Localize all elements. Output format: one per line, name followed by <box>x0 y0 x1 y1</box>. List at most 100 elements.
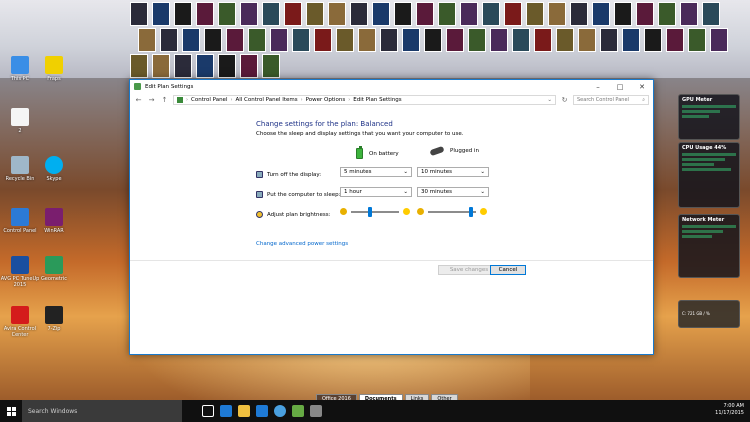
plug-icon <box>429 145 445 157</box>
cpu-meter-gadget[interactable]: CPU Usage 44% <box>678 142 740 208</box>
back-arrow-icon[interactable]: ← <box>134 96 143 104</box>
title-bar[interactable]: Edit Plan Settings – □ ✕ <box>130 80 653 93</box>
taskbar-search-input[interactable]: Search Windows <box>22 400 182 422</box>
bright-sun-icon <box>403 208 410 215</box>
desktop-icon-folder-2[interactable]: 2 <box>0 108 40 134</box>
sleep-plugged-select[interactable]: 30 minutes ⌄ <box>417 187 489 197</box>
game-cover-thumbnail <box>548 2 566 26</box>
breadcrumb-control-panel[interactable]: Control Panel <box>191 97 227 103</box>
window-title: Edit Plan Settings <box>145 83 194 90</box>
chevron-down-icon: ⌄ <box>480 189 485 195</box>
game-cover-thumbnail <box>160 28 178 52</box>
task-view-icon[interactable] <box>202 405 214 417</box>
store-icon[interactable] <box>256 405 268 417</box>
desktop-icon-geometric[interactable]: Geometric <box>34 256 74 282</box>
cancel-button[interactable]: Cancel <box>490 265 526 275</box>
up-arrow-icon[interactable]: ↑ <box>160 96 169 104</box>
brightness-plugged-slider[interactable] <box>417 207 487 217</box>
address-bar[interactable]: › Control Panel › All Control Panel Item… <box>173 95 556 105</box>
edit-plan-settings-window: Edit Plan Settings – □ ✕ ← → ↑ › Control… <box>129 79 654 355</box>
game-cover-thumbnail <box>600 28 618 52</box>
chevron-down-icon: ⌄ <box>403 169 408 175</box>
game-cover-thumbnail <box>658 2 676 26</box>
edge-browser-icon[interactable] <box>220 405 232 417</box>
gpu-meter-gadget[interactable]: GPU Meter <box>678 94 740 140</box>
game-cover-thumbnail <box>240 54 258 78</box>
game-cover-thumbnail <box>350 2 368 26</box>
column-header-battery: On battery <box>356 146 399 159</box>
dropdown-chevron-icon[interactable]: ⌄ <box>547 97 552 103</box>
game-cover-thumbnail <box>622 28 640 52</box>
close-button[interactable]: ✕ <box>631 80 653 93</box>
advanced-settings-link[interactable]: Change advanced power settings <box>256 241 348 247</box>
game-cover-thumbnail <box>138 28 156 52</box>
display-plugged-select[interactable]: 10 minutes ⌄ <box>417 167 489 177</box>
game-cover-thumbnail <box>358 28 376 52</box>
game-cover-thumbnail <box>512 28 530 52</box>
desktop-icon-7zip[interactable]: 7-Zip <box>34 306 74 332</box>
game-cover-thumbnail <box>438 2 456 26</box>
game-cover-thumbnail <box>534 28 552 52</box>
breadcrumb-all-items[interactable]: All Control Panel Items <box>235 97 297 103</box>
game-cover-thumbnail <box>130 2 148 26</box>
game-cover-thumbnail <box>394 2 412 26</box>
game-cover-thumbnail <box>314 28 332 52</box>
game-cover-thumbnail <box>468 28 486 52</box>
slider-thumb[interactable] <box>368 207 373 217</box>
game-cover-thumbnail <box>592 2 610 26</box>
control-panel-taskbar-icon[interactable] <box>292 405 304 417</box>
search-input[interactable]: Search Control Panel ⌕ <box>573 95 649 105</box>
desktop-icon-winrar[interactable]: WinRAR <box>34 208 74 234</box>
search-icon: ⌕ <box>642 97 645 103</box>
computer-icon <box>11 56 29 74</box>
maximize-button[interactable]: □ <box>609 80 631 93</box>
game-cover-thumbnail <box>262 54 280 78</box>
breadcrumb-edit-plan[interactable]: Edit Plan Settings <box>353 97 401 103</box>
game-cover-thumbnail <box>380 28 398 52</box>
taskbar-pinned-apps <box>202 405 322 417</box>
fraps-icon <box>45 56 63 74</box>
game-cover-thumbnail <box>372 2 390 26</box>
dim-sun-icon <box>340 208 347 215</box>
display-battery-select[interactable]: 5 minutes ⌄ <box>340 167 412 177</box>
sleep-moon-icon <box>256 191 263 198</box>
desktop-icon-skype[interactable]: Skype <box>34 156 74 182</box>
game-cover-thumbnail <box>196 54 214 78</box>
refresh-icon[interactable]: ↻ <box>560 96 569 104</box>
slider-thumb[interactable] <box>469 207 474 217</box>
start-button[interactable] <box>0 400 22 422</box>
file-explorer-icon[interactable] <box>238 405 250 417</box>
seven-zip-icon <box>45 306 63 324</box>
game-cover-thumbnail <box>262 2 280 26</box>
chrome-icon[interactable] <box>274 405 286 417</box>
chevron-down-icon: ⌄ <box>403 189 408 195</box>
tuneup-icon <box>11 256 29 274</box>
drive-meter-gadget[interactable]: C: 721 GB / % <box>678 300 740 328</box>
monitor-icon <box>256 171 263 178</box>
game-cover-thumbnail <box>482 2 500 26</box>
sleep-battery-select[interactable]: 1 hour ⌄ <box>340 187 412 197</box>
game-cover-collage <box>130 0 748 78</box>
forward-arrow-icon[interactable]: → <box>147 96 156 104</box>
game-cover-thumbnail <box>636 2 654 26</box>
battery-icon <box>356 146 363 159</box>
dim-sun-icon <box>417 208 424 215</box>
game-cover-thumbnail <box>306 2 324 26</box>
breadcrumb-power-options[interactable]: Power Options <box>306 97 346 103</box>
game-cover-thumbnail <box>196 2 214 26</box>
game-cover-thumbnail <box>710 28 728 52</box>
game-cover-thumbnail <box>284 2 302 26</box>
minimize-button[interactable]: – <box>587 80 609 93</box>
system-clock[interactable]: 7:00 AM 11/17/2015 <box>715 403 744 417</box>
game-cover-thumbnail <box>680 2 698 26</box>
game-cover-thumbnail <box>152 2 170 26</box>
winrar-icon <box>45 208 63 226</box>
network-meter-gadget[interactable]: Network Meter <box>678 214 740 278</box>
desktop-icon-fraps[interactable]: Fraps <box>34 56 74 82</box>
game-cover-thumbnail <box>174 54 192 78</box>
brightness-battery-slider[interactable] <box>340 207 410 217</box>
taskbar: Search Windows 7:00 AM 11/17/2015 <box>0 400 750 422</box>
windows-logo-icon <box>6 406 16 416</box>
game-cover-thumbnail <box>578 28 596 52</box>
power-options-taskbar-icon[interactable] <box>310 405 322 417</box>
